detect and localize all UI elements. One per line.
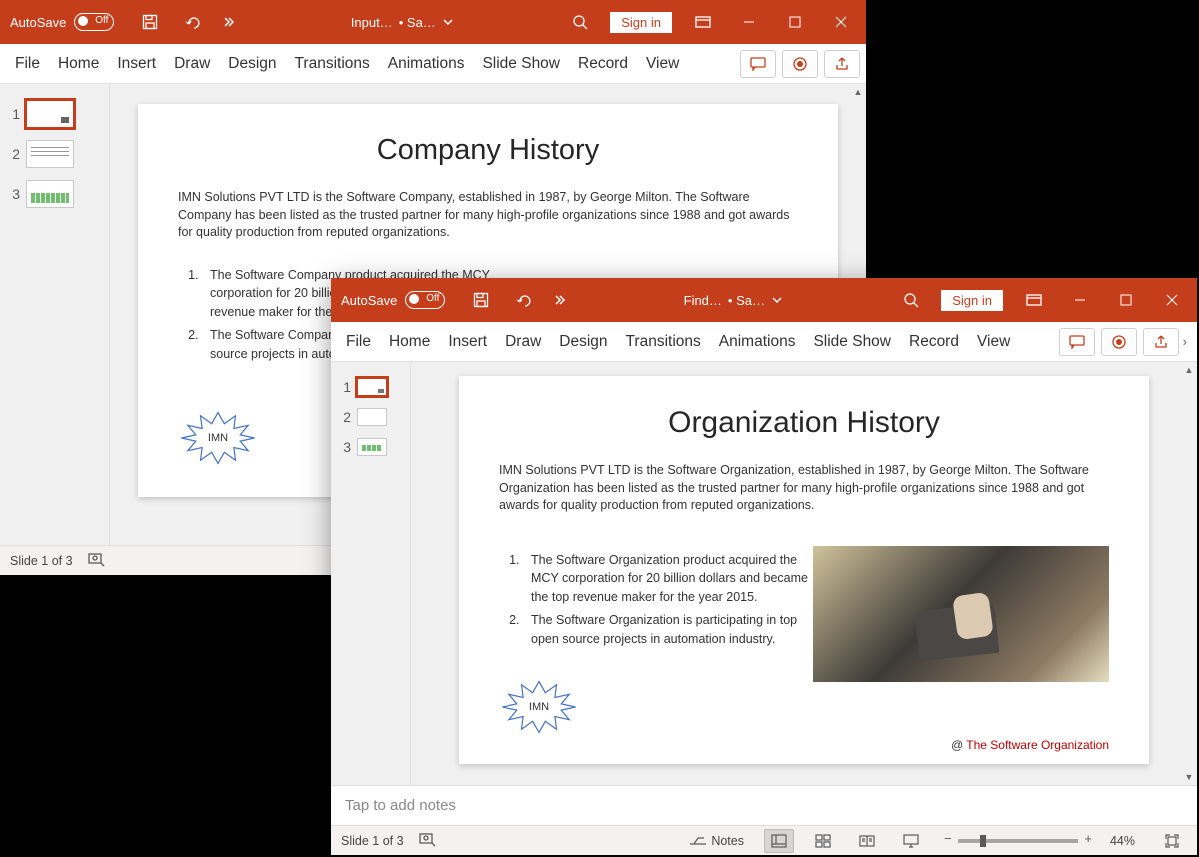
overflow-icon[interactable] <box>547 278 577 322</box>
tab-animations[interactable]: Animations <box>710 327 805 357</box>
tab-file[interactable]: File <box>337 327 380 357</box>
accessibility-icon[interactable] <box>418 830 436 851</box>
tab-transitions[interactable]: Transitions <box>617 327 710 357</box>
save-icon[interactable] <box>128 0 172 44</box>
notes-placeholder: Tap to add notes <box>345 797 456 814</box>
slide-title[interactable]: Company History <box>178 134 798 167</box>
chevron-down-icon <box>771 294 783 306</box>
tab-animations[interactable]: Animations <box>379 49 474 79</box>
autosave-label: AutoSave <box>10 15 66 30</box>
maximize-button[interactable] <box>1103 278 1149 322</box>
ribbon-display-icon[interactable] <box>1011 278 1057 322</box>
autosave-toggle[interactable]: AutoSave Off <box>341 291 445 309</box>
notes-pane[interactable]: Tap to add notes <box>331 785 1197 825</box>
overflow-icon[interactable] <box>216 0 246 44</box>
share-icon[interactable] <box>824 50 860 78</box>
slide-title[interactable]: Organization History <box>499 406 1109 440</box>
comments-icon[interactable] <box>740 50 776 78</box>
thumbnail-1[interactable]: 1 <box>0 94 109 134</box>
zoom-level[interactable]: 44% <box>1110 834 1135 848</box>
tab-slideshow[interactable]: Slide Show <box>473 49 569 79</box>
undo-icon[interactable] <box>503 278 547 322</box>
close-button[interactable] <box>818 0 864 44</box>
tab-draw[interactable]: Draw <box>496 327 550 357</box>
accessibility-icon[interactable] <box>87 550 105 571</box>
slide-area: Organization History IMN Solutions PVT L… <box>411 362 1197 785</box>
tab-insert[interactable]: Insert <box>108 49 165 79</box>
slide-footer[interactable]: @ The Software Organization <box>951 738 1109 752</box>
tab-view[interactable]: View <box>968 327 1019 357</box>
starburst-shape[interactable]: IMN <box>499 680 579 734</box>
ribbon-display-icon[interactable] <box>680 0 726 44</box>
comments-icon[interactable] <box>1059 328 1095 356</box>
thumbnail-3[interactable]: 3 <box>0 174 109 214</box>
fit-to-window-button[interactable] <box>1157 829 1187 853</box>
slide-thumbnails: 1 2 3 <box>331 362 411 785</box>
tab-record[interactable]: Record <box>900 327 968 357</box>
share-icon[interactable] <box>1143 328 1179 356</box>
search-icon[interactable] <box>889 278 933 322</box>
tab-draw[interactable]: Draw <box>165 49 219 79</box>
close-button[interactable] <box>1149 278 1195 322</box>
slide-counter[interactable]: Slide 1 of 3 <box>10 554 73 568</box>
tab-insert[interactable]: Insert <box>439 327 496 357</box>
thumbnail-1[interactable]: 1 <box>331 372 410 402</box>
ribbon-tabs: File Home Insert Draw Design Transitions… <box>0 44 866 84</box>
overflow-arrow-icon[interactable]: › <box>1179 334 1191 349</box>
footer-hyperlink[interactable]: The Software Organization <box>966 738 1109 752</box>
chevron-down-icon <box>442 16 454 28</box>
autosave-toggle[interactable]: AutoSave Off <box>10 13 114 31</box>
slide-thumbnails: 1 2 3 <box>0 84 110 545</box>
titlebar: AutoSave Off Input… • Sa… Sign in <box>0 0 866 44</box>
tab-slideshow[interactable]: Slide Show <box>804 327 900 357</box>
list-item: The Software Organization is participati… <box>523 611 819 649</box>
notes-button[interactable]: Notes <box>683 834 750 848</box>
tab-home[interactable]: Home <box>380 327 439 357</box>
tab-home[interactable]: Home <box>49 49 108 79</box>
slide-counter[interactable]: Slide 1 of 3 <box>341 834 404 848</box>
document-title[interactable]: Input… • Sa… <box>246 15 558 30</box>
thumbnail-2[interactable]: 2 <box>331 402 410 432</box>
slide-list[interactable]: The Software Organization product acquir… <box>499 551 819 649</box>
search-icon[interactable] <box>558 0 602 44</box>
tab-design[interactable]: Design <box>219 49 285 79</box>
powerpoint-window-2: AutoSave Off Find… • Sa… Sign in File Ho… <box>331 278 1197 855</box>
vertical-scrollbar[interactable]: ▲▼ <box>1181 362 1197 785</box>
slide-image[interactable] <box>813 546 1109 682</box>
titlebar: AutoSave Off Find… • Sa… Sign in <box>331 278 1197 322</box>
tab-design[interactable]: Design <box>550 327 616 357</box>
reading-view-button[interactable] <box>852 829 882 853</box>
minimize-button[interactable] <box>726 0 772 44</box>
tab-record[interactable]: Record <box>569 49 637 79</box>
slide-sorter-button[interactable] <box>808 829 838 853</box>
toggle-switch[interactable]: Off <box>74 13 114 31</box>
undo-icon[interactable] <box>172 0 216 44</box>
slide-paragraph[interactable]: IMN Solutions PVT LTD is the Software Co… <box>178 189 798 242</box>
minimize-button[interactable] <box>1057 278 1103 322</box>
tab-transitions[interactable]: Transitions <box>286 49 379 79</box>
thumbnail-2[interactable]: 2 <box>0 134 109 174</box>
toggle-switch[interactable]: Off <box>405 291 445 309</box>
tab-view[interactable]: View <box>637 49 688 79</box>
starburst-shape[interactable]: IMN <box>178 411 258 465</box>
slideshow-button[interactable] <box>896 829 926 853</box>
normal-view-button[interactable] <box>764 829 794 853</box>
slide-canvas[interactable]: Organization History IMN Solutions PVT L… <box>459 376 1149 764</box>
sign-in-button[interactable]: Sign in <box>941 290 1003 311</box>
record-icon[interactable] <box>782 50 818 78</box>
thumbnail-3[interactable]: 3 <box>331 432 410 462</box>
slide-paragraph[interactable]: IMN Solutions PVT LTD is the Software Or… <box>499 462 1109 515</box>
sign-in-button[interactable]: Sign in <box>610 12 672 33</box>
maximize-button[interactable] <box>772 0 818 44</box>
statusbar: Slide 1 of 3 Notes −+ 44% <box>331 825 1197 855</box>
list-item: The Software Organization product acquir… <box>523 551 819 607</box>
record-icon[interactable] <box>1101 328 1137 356</box>
tab-file[interactable]: File <box>6 49 49 79</box>
document-title[interactable]: Find… • Sa… <box>577 293 889 308</box>
save-icon[interactable] <box>459 278 503 322</box>
zoom-slider[interactable]: −+ <box>958 839 1078 843</box>
ribbon-tabs: File Home Insert Draw Design Transitions… <box>331 322 1197 362</box>
autosave-label: AutoSave <box>341 293 397 308</box>
workspace: 1 2 3 Organization History IMN Solutions… <box>331 362 1197 785</box>
